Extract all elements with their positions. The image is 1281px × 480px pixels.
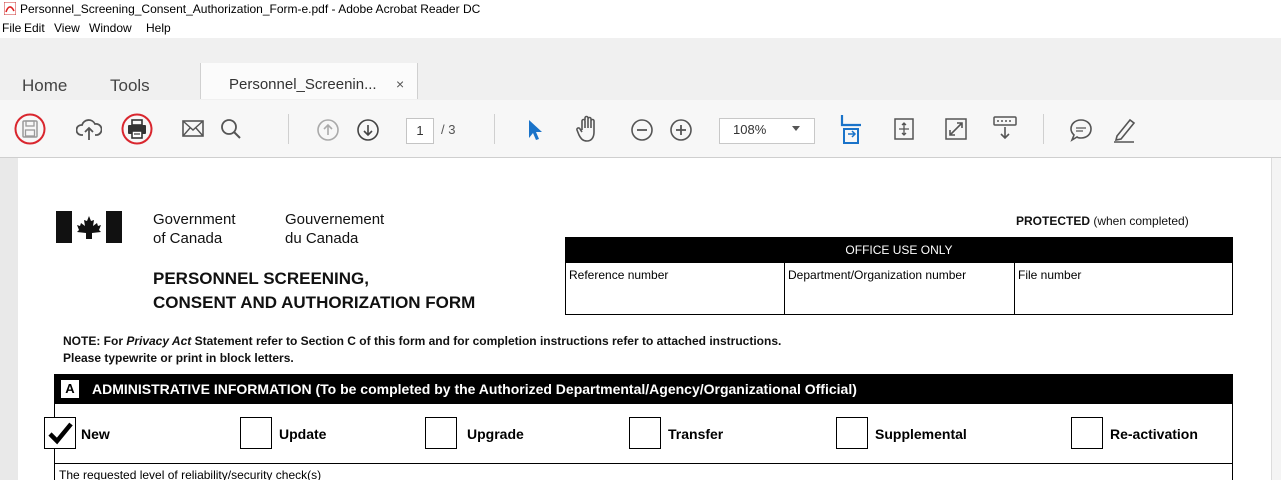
reliability-level-label: The requested level of reliability/secur…	[59, 468, 322, 480]
section-a-header: A ADMINISTRATIVE INFORMATION (To be comp…	[54, 374, 1233, 404]
tab-document-label: Personnel_Screenin...	[229, 76, 377, 93]
chevron-down-icon	[792, 126, 800, 131]
protected-label: PROTECTED (when completed)	[1016, 214, 1189, 228]
page-total: / 3	[441, 122, 456, 137]
option-label-new: New	[81, 426, 110, 442]
checkmark-icon	[48, 422, 73, 445]
section-title: ADMINISTRATIVE INFORMATION (To be comple…	[92, 381, 857, 397]
gov-en-line2: of Canada	[153, 230, 223, 247]
menu-help[interactable]: Help	[146, 21, 171, 35]
form-title-line1: PERSONNEL SCREENING,	[153, 269, 370, 288]
fit-page-icon[interactable]	[839, 113, 865, 145]
close-tab-icon[interactable]: ×	[396, 76, 404, 92]
zoom-in-icon[interactable]	[668, 117, 694, 143]
option-label-upgrade: Upgrade	[467, 426, 524, 442]
full-screen-icon[interactable]	[944, 117, 968, 141]
zoom-value: 108%	[733, 122, 767, 137]
hand-tool-icon[interactable]	[574, 114, 602, 144]
vertical-scrollbar[interactable]	[1271, 158, 1281, 480]
prev-page-icon[interactable]	[316, 118, 340, 142]
office-use-table: Reference number Department/Organization…	[565, 263, 1233, 315]
canada-flag-logo	[56, 211, 122, 248]
reliability-level-row: The requested level of reliability/secur…	[54, 464, 1233, 480]
menu-bar: File Edit View Window Help	[0, 18, 1281, 38]
department-number-field[interactable]: Department/Organization number	[785, 263, 1015, 315]
tab-tools[interactable]: Tools	[110, 76, 150, 96]
scroll-mode-icon[interactable]	[893, 117, 915, 141]
option-label-transfer: Transfer	[668, 426, 724, 442]
menu-view[interactable]: View	[54, 21, 80, 35]
checkbox-update[interactable]	[240, 417, 272, 449]
section-letter: A	[61, 380, 79, 398]
highlight-icon[interactable]	[1111, 116, 1137, 144]
checkbox-new[interactable]	[44, 417, 76, 449]
select-tool-icon[interactable]	[525, 118, 545, 142]
toolbar-separator	[494, 114, 495, 144]
menu-window[interactable]: Window	[89, 21, 132, 35]
toolbar-separator	[288, 114, 289, 144]
gov-en-line1: Government	[153, 211, 236, 228]
menu-file[interactable]: File	[2, 21, 21, 35]
save-icon[interactable]	[14, 113, 46, 145]
gov-fr-line1: Gouvernement	[285, 211, 385, 228]
page-number-input[interactable]: 1	[406, 118, 434, 144]
tab-home[interactable]: Home	[22, 76, 67, 96]
note-line1: NOTE: For Privacy Act Statement refer to…	[63, 334, 782, 348]
print-icon[interactable]	[121, 113, 153, 145]
next-page-icon[interactable]	[356, 118, 380, 142]
title-bar: Personnel_Screening_Consent_Authorizatio…	[0, 0, 1281, 18]
file-number-field[interactable]: File number	[1015, 263, 1232, 315]
gov-fr-line2: du Canada	[285, 230, 359, 247]
acrobat-pdf-icon	[3, 1, 17, 16]
option-label-reactivation: Re-activation	[1110, 426, 1198, 442]
tab-bar	[0, 38, 1281, 101]
form-title-line2: CONSENT AND AUTHORIZATION FORM	[153, 293, 476, 312]
reference-number-field[interactable]: Reference number	[566, 263, 785, 315]
search-icon[interactable]	[219, 117, 243, 141]
office-use-header: OFFICE USE ONLY	[565, 237, 1233, 263]
read-mode-icon[interactable]	[991, 114, 1019, 142]
window-title: Personnel_Screening_Consent_Authorizatio…	[20, 2, 481, 16]
toolbar-separator	[1043, 114, 1044, 144]
email-icon[interactable]	[181, 118, 205, 140]
upload-icon[interactable]	[76, 116, 102, 142]
menu-edit[interactable]: Edit	[24, 21, 45, 35]
zoom-out-icon[interactable]	[629, 117, 655, 143]
comment-icon[interactable]	[1068, 117, 1094, 143]
checkbox-transfer[interactable]	[629, 417, 661, 449]
option-label-update: Update	[279, 426, 327, 442]
checkbox-upgrade[interactable]	[425, 417, 457, 449]
checkbox-supplemental[interactable]	[836, 417, 868, 449]
note-line2: Please typewrite or print in block lette…	[63, 351, 294, 365]
checkbox-reactivation[interactable]	[1071, 417, 1103, 449]
option-label-supplemental: Supplemental	[875, 426, 967, 442]
